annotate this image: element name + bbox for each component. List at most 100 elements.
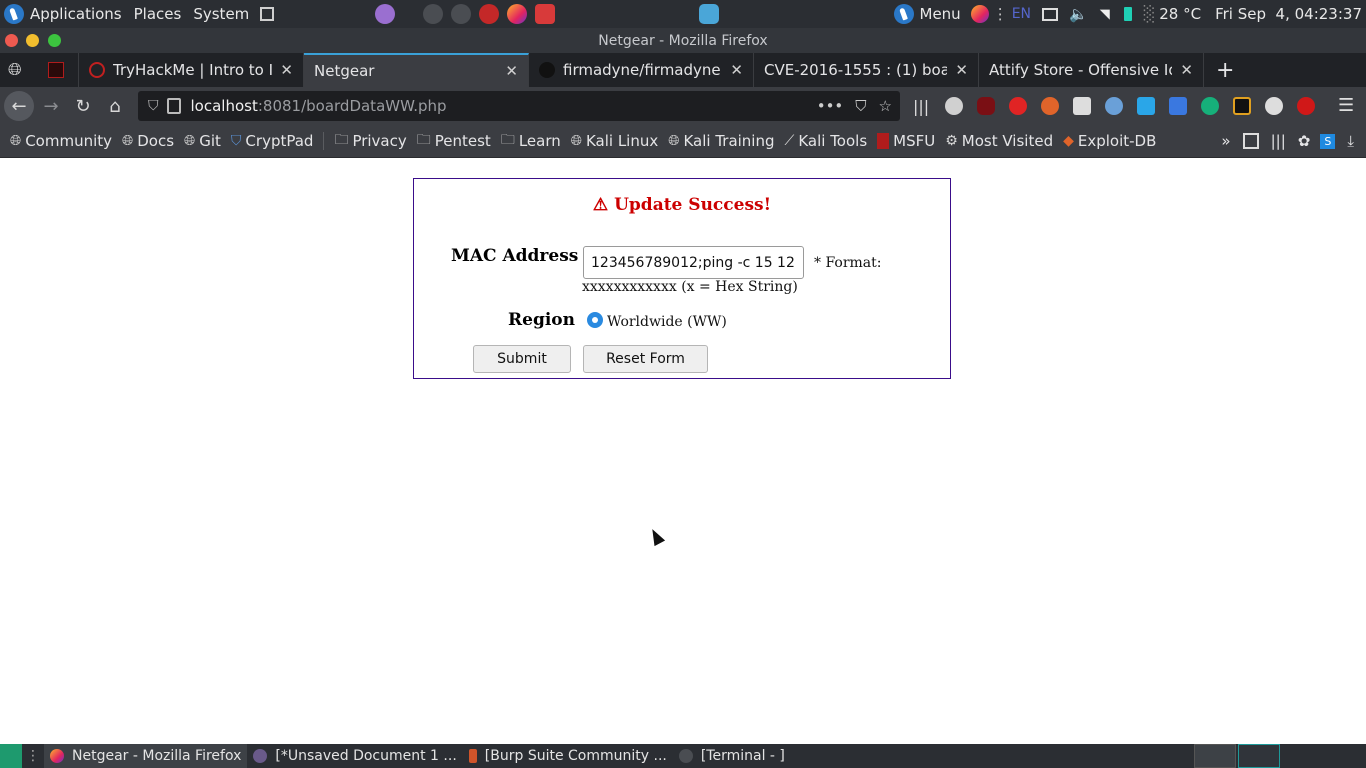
system-menu[interactable]: System (187, 0, 255, 28)
workspace-2[interactable] (1238, 744, 1280, 768)
bookmark-most-visited[interactable]: ⚙ Most Visited (945, 132, 1053, 150)
task-terminal[interactable]: [Terminal - ] (673, 744, 791, 768)
tab-close-icon[interactable]: ✕ (955, 61, 968, 79)
bookmark-exploit-db[interactable]: ◆ Exploit-DB (1063, 132, 1156, 150)
firefox-tray-icon[interactable] (970, 5, 989, 23)
window-close-button[interactable] (5, 34, 18, 47)
hamburger-menu-icon[interactable]: ☰ (1338, 95, 1354, 116)
battery-icon[interactable] (1123, 7, 1132, 21)
show-desktop-button[interactable] (0, 744, 22, 768)
keyboard-layout[interactable]: EN (1012, 6, 1031, 22)
warning-icon: ⚠ (592, 195, 609, 215)
bookmark-kali-training[interactable]: 🌐︎ Kali Training (668, 132, 774, 150)
bookmark-folder-learn[interactable]: 🗀 Learn (501, 129, 561, 153)
volume-icon[interactable]: 🔈 (1069, 5, 1088, 23)
bookmark-folder-privacy[interactable]: 🗀 Privacy (334, 129, 406, 153)
bookmark-community[interactable]: 🌐︎ Community (10, 132, 112, 150)
terminal-extension-icon[interactable] (1233, 97, 1251, 115)
firefox-launcher-icon[interactable] (507, 4, 528, 24)
grammarly-icon[interactable] (1201, 97, 1219, 115)
user-agent-icon[interactable] (1105, 97, 1123, 115)
tab-close-icon[interactable]: ✕ (280, 61, 293, 79)
bookmark-folder-pentest[interactable]: 🗀 Pentest (417, 129, 491, 153)
reader-icon[interactable]: ✿ (1298, 132, 1311, 150)
back-button[interactable]: ← (4, 91, 34, 121)
kali-logo-icon[interactable] (4, 4, 24, 24)
new-tab-button[interactable]: + (1204, 53, 1246, 87)
terminal-launcher-icon[interactable] (423, 4, 444, 24)
forward-button[interactable]: → (36, 91, 66, 121)
translate-icon[interactable] (1169, 97, 1187, 115)
task-burp-suite[interactable]: [Burp Suite Community ... (463, 744, 673, 768)
url-bar[interactable]: ⛉ localhost:8081/boardDataWW.php ••• ⛉ ☆ (138, 91, 900, 121)
text-editor-launcher-icon[interactable] (375, 4, 396, 24)
tab-overview-globe[interactable]: 🌐︎ (0, 53, 40, 87)
bookmark-star-icon[interactable]: ☆ (879, 97, 892, 115)
wappalyzer-icon[interactable] (1137, 97, 1155, 115)
whisker-menu[interactable]: Menu (914, 0, 967, 28)
reset-form-button[interactable]: Reset Form (583, 345, 708, 373)
more-vertical-icon[interactable]: ⋮ (993, 5, 1008, 23)
window-minimize-button[interactable] (26, 34, 39, 47)
pinned-tab[interactable] (40, 53, 79, 87)
notes-launcher-icon[interactable] (699, 4, 720, 24)
screenshot-icon[interactable] (260, 7, 275, 21)
places-menu[interactable]: Places (128, 0, 188, 28)
region-radio-ww[interactable] (587, 312, 603, 328)
tab-tryhackme[interactable]: TryHackMe | Intro to IoT I ✕ (79, 53, 304, 87)
sidebar-icon[interactable] (1242, 133, 1259, 149)
bookmark-kali-linux[interactable]: 🌐︎ Kali Linux (571, 132, 659, 150)
tab-attify[interactable]: Attify Store - Offensive IoT E ✕ (979, 53, 1204, 87)
home-button[interactable]: ⌂ (100, 91, 130, 121)
pocket-icon[interactable]: ⛉ (855, 97, 866, 115)
ninja-extension-icon[interactable] (1265, 97, 1283, 115)
weather-temperature[interactable]: 28 °C (1159, 5, 1201, 23)
reload-button[interactable]: ↻ (68, 91, 98, 121)
bookmark-kali-tools[interactable]: ⟋ Kali Tools (785, 132, 868, 150)
foxyproxy-icon[interactable] (1041, 97, 1059, 115)
bookmark-git[interactable]: 🌐︎ Git (184, 132, 221, 150)
menu-logo-icon[interactable] (893, 4, 914, 24)
metasploit-launcher-icon[interactable] (479, 4, 500, 24)
tab-cve[interactable]: CVE-2016-1555 : (1) boardD ✕ (754, 53, 979, 87)
task-firefox[interactable]: Netgear - Mozilla Firefox (44, 744, 248, 768)
s-extension-icon[interactable]: S (1320, 133, 1336, 149)
region-option-label[interactable]: Worldwide (WW) (607, 314, 727, 330)
library-columns-icon[interactable]: ||| (1271, 132, 1286, 150)
cookie-extension-icon[interactable] (945, 97, 963, 115)
mac-address-input[interactable] (583, 246, 804, 279)
tab-netgear[interactable]: Netgear ✕ (304, 53, 529, 87)
tab-close-icon[interactable]: ✕ (730, 61, 743, 79)
task-text-editor[interactable]: [*Unsaved Document 1 ... (247, 744, 462, 768)
clock[interactable]: Fri Sep 4, 04:23:37 (1215, 5, 1362, 23)
bookmarks-overflow-icon[interactable]: » (1221, 132, 1230, 150)
tab-close-icon[interactable]: ✕ (1180, 61, 1193, 79)
window-titlebar[interactable]: Netgear - Mozilla Firefox (0, 28, 1366, 53)
display-icon[interactable] (1042, 7, 1059, 21)
tracking-shield-icon[interactable]: ⛉ (148, 98, 159, 114)
exploitdb-icon: ◆ (1063, 133, 1074, 149)
bottom-taskbar: ⋮ Netgear - Mozilla Firefox [*Unsaved Do… (0, 744, 1366, 768)
bookmarks-toolbar: 🌐︎ Community 🌐︎ Docs 🌐︎ Git ⛉ CryptPad 🗀 Priv… (0, 125, 1366, 158)
bookmark-msfu[interactable]: MSFU (877, 132, 935, 150)
red-extension-icon[interactable] (1297, 97, 1315, 115)
burp-launcher-icon[interactable] (451, 4, 472, 24)
applications-menu[interactable]: Applications (24, 0, 128, 28)
tab-close-icon[interactable]: ✕ (505, 62, 518, 80)
app-launcher-red-icon[interactable] (535, 4, 556, 24)
page-info-icon[interactable] (166, 98, 181, 114)
grid-extension-icon[interactable] (1073, 97, 1091, 115)
wifi-icon[interactable]: ◥ (1100, 7, 1110, 22)
library-icon[interactable]: ||| (913, 97, 931, 116)
page-actions-icon[interactable]: ••• (817, 97, 844, 115)
ublock-icon[interactable] (977, 97, 995, 115)
bookmark-cryptpad[interactable]: ⛉ CryptPad (231, 132, 314, 150)
stop-extension-icon[interactable] (1009, 97, 1027, 115)
workspace-1[interactable] (1194, 744, 1236, 768)
downloads-icon[interactable]: ⤓ (1347, 132, 1354, 150)
submit-button[interactable]: Submit (473, 345, 571, 373)
bookmark-docs[interactable]: 🌐︎ Docs (122, 132, 174, 150)
mac-address-label: MAC Address (451, 246, 579, 266)
window-maximize-button[interactable] (48, 34, 61, 47)
tab-firmadyne[interactable]: firmadyne/firmadyne: Pla ✕ (529, 53, 754, 87)
